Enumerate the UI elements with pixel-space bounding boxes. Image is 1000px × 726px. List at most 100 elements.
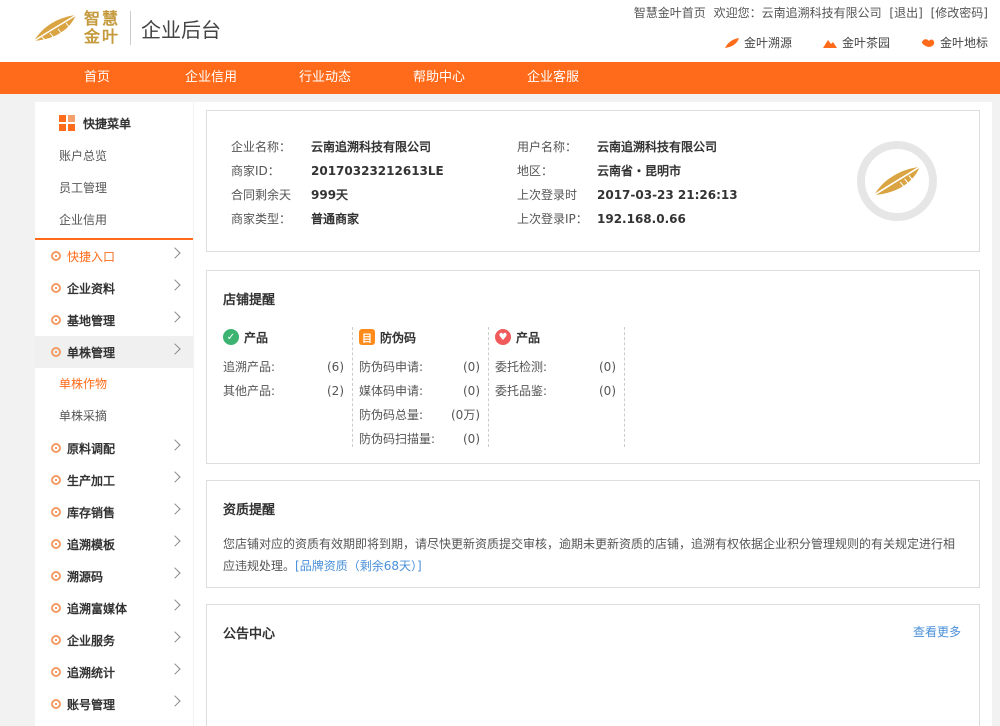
reminder-line[interactable]: 追溯产品: (6) bbox=[223, 355, 352, 379]
sidebar-item-label: 企业服务 bbox=[67, 633, 116, 648]
chevron-right-icon bbox=[169, 471, 181, 483]
column-header: 目 防伪码 bbox=[359, 327, 488, 347]
quick-link-account-overview[interactable]: 账户总览 bbox=[35, 140, 193, 172]
view-more-link[interactable]: 查看更多 bbox=[913, 623, 961, 640]
reminder-line[interactable]: 其他产品: (2) bbox=[223, 379, 352, 403]
sidebar-item-label: 单株管理 bbox=[67, 345, 116, 360]
reminder-count: (0) bbox=[599, 360, 616, 374]
sidebar-item-label: 生产加工 bbox=[67, 473, 116, 488]
golden-leaf-avatar-icon bbox=[873, 166, 921, 196]
reminder-column-inspection: ♥ 产品 委托检测: (0) 委托品鉴: (0) bbox=[495, 327, 625, 447]
account-info-table: 企业名称： 云南追溯科技有限公司 用户名称： 云南追溯科技有限公司 商家ID： … bbox=[231, 135, 738, 231]
info-row: 企业名称： 云南追溯科技有限公司 用户名称： 云南追溯科技有限公司 bbox=[231, 135, 738, 159]
sidebar-item[interactable]: 企业资料 bbox=[35, 272, 193, 304]
nav-credit[interactable]: 企业信用 bbox=[154, 62, 268, 94]
logout-link[interactable]: [退出] bbox=[889, 6, 922, 20]
info-key: 用户名称： bbox=[517, 140, 578, 154]
sidebar: 快捷菜单 账户总览 员工管理 企业信用 快捷入口 企业资料 基地管理单株管理单株作物… bbox=[35, 102, 193, 726]
portal-link-label: 金叶地标 bbox=[939, 36, 988, 50]
sidebar-item[interactable]: 单株管理 bbox=[35, 336, 193, 368]
chevron-right-icon bbox=[169, 439, 181, 451]
reminder-line[interactable]: 防伪码总量: (0万) bbox=[359, 403, 488, 427]
info-value: 云南追溯科技有限公司 bbox=[597, 140, 718, 154]
info-key: 商家类型： bbox=[231, 212, 292, 226]
reminder-line[interactable]: 防伪码扫描量: (0) bbox=[359, 427, 488, 451]
change-password-link[interactable]: [修改密码] bbox=[931, 6, 988, 20]
sidebar-item[interactable]: 库存销售 bbox=[35, 496, 193, 528]
info-key: 地区： bbox=[517, 164, 554, 178]
sidebar-item-label: 溯源码 bbox=[67, 569, 104, 584]
portal-link-landmark[interactable]: 金叶地标 bbox=[920, 34, 988, 51]
sidebar-item[interactable]: 追溯统计 bbox=[35, 656, 193, 688]
chevron-right-icon bbox=[169, 503, 181, 515]
sidebar-item[interactable]: 生产加工 bbox=[35, 464, 193, 496]
header: 智慧 金叶 企业后台 智慧金叶首页 欢迎您：云南追溯科技有限公司 [退出] [修… bbox=[0, 0, 1000, 62]
sidebar-item[interactable]: 账号管理 bbox=[35, 688, 193, 720]
reminder-line[interactable]: 媒体码申请: (0) bbox=[359, 379, 488, 403]
bullet-icon bbox=[51, 635, 61, 645]
reminder-line[interactable]: 委托品鉴: (0) bbox=[495, 379, 624, 403]
bullet-icon bbox=[51, 603, 61, 613]
chevron-right-icon bbox=[169, 567, 181, 579]
reminder-count: (0万) bbox=[451, 408, 480, 422]
reminder-line[interactable]: 委托检测: (0) bbox=[495, 355, 624, 379]
sidebar-item[interactable]: 追溯富媒体 bbox=[35, 592, 193, 624]
sidebar-subitem[interactable]: 单株采摘 bbox=[35, 400, 193, 432]
chevron-right-icon bbox=[169, 631, 181, 643]
map-icon bbox=[921, 38, 935, 47]
sidebar-item[interactable]: 溯源码 bbox=[35, 560, 193, 592]
column-title: 产品 bbox=[244, 330, 269, 345]
qualification-text: 您店铺对应的资质有效期即将到期，请尽快更新资质提交审核，逾期未更新资质的店铺，追… bbox=[223, 533, 963, 577]
chevron-right-icon bbox=[169, 663, 181, 675]
reminder-count: (0) bbox=[463, 384, 480, 398]
sidebar-item[interactable]: 快捷入口 bbox=[35, 240, 193, 272]
logo-text: 智慧 金叶 bbox=[84, 10, 120, 46]
bullet-icon bbox=[51, 315, 61, 325]
info-key: 合同剩余天 bbox=[231, 188, 292, 202]
nav-home[interactable]: 首页 bbox=[40, 62, 154, 94]
bullet-icon bbox=[51, 667, 61, 677]
quick-link-credit[interactable]: 企业信用 bbox=[35, 204, 193, 236]
sidebar-menu: 快捷入口 企业资料 基地管理单株管理单株作物单株采摘原料调配生产加工库存销售 追溯模板… bbox=[35, 240, 193, 720]
brand-qualification-link[interactable]: [品牌资质（剩余68天）] bbox=[295, 559, 422, 573]
home-link[interactable]: 智慧金叶首页 bbox=[634, 6, 706, 20]
reminder-label: 其他产品: bbox=[223, 384, 276, 398]
avatar bbox=[857, 141, 937, 221]
info-value: 999天 bbox=[311, 188, 349, 202]
quick-menu-title: 快捷菜单 bbox=[83, 116, 132, 131]
portal-link-trace[interactable]: 金叶溯源 bbox=[724, 34, 792, 51]
sidebar-item[interactable]: 企业服务 bbox=[35, 624, 193, 656]
nav-customer-service[interactable]: 企业客服 bbox=[496, 62, 610, 94]
sidebar-item-label: 追溯富媒体 bbox=[67, 601, 128, 616]
reminder-label: 防伪码申请: bbox=[359, 360, 424, 374]
info-row: 商家类型： 普通商家 上次登录IP： 192.168.0.66 bbox=[231, 207, 738, 231]
reminder-label: 媒体码申请: bbox=[359, 384, 424, 398]
bullet-icon bbox=[51, 347, 61, 357]
nav-industry-news[interactable]: 行业动态 bbox=[268, 62, 382, 94]
welcome-text: 欢迎您：云南追溯科技有限公司 bbox=[713, 6, 882, 20]
chevron-right-icon bbox=[169, 343, 181, 355]
portal-link-tea-garden[interactable]: 金叶茶园 bbox=[822, 34, 890, 51]
notice-center-title: 公告中心 bbox=[223, 627, 276, 642]
sidebar-item[interactable]: 基地管理 bbox=[35, 304, 193, 336]
sidebar-subitem[interactable]: 单株作物 bbox=[35, 368, 193, 400]
info-value: 2017-03-23 21:26:13 bbox=[597, 188, 738, 202]
sidebar-item-label: 追溯统计 bbox=[67, 665, 116, 680]
sidebar-subitem-label: 单株采摘 bbox=[59, 409, 108, 423]
sidebar-item[interactable]: 追溯模板 bbox=[35, 528, 193, 560]
info-row: 商家ID： 20170323212613LE 地区： 云南省・昆明市 bbox=[231, 159, 738, 183]
account-info-card: 企业名称： 云南追溯科技有限公司 用户名称： 云南追溯科技有限公司 商家ID： … bbox=[206, 110, 980, 252]
bullet-icon bbox=[51, 251, 61, 261]
bullet-icon bbox=[51, 699, 61, 709]
logo-line1: 智慧 bbox=[84, 9, 121, 28]
reminder-count: (6) bbox=[327, 360, 344, 374]
reminder-count: (0) bbox=[599, 384, 616, 398]
qualification-reminder-card: 资质提醒 您店铺对应的资质有效期即将到期，请尽快更新资质提交审核，逾期未更新资质… bbox=[206, 480, 980, 588]
sidebar-item[interactable]: 原料调配 bbox=[35, 432, 193, 464]
reminder-count: (0) bbox=[463, 432, 480, 446]
reminder-line[interactable]: 防伪码申请: (0) bbox=[359, 355, 488, 379]
nav-help[interactable]: 帮助中心 bbox=[382, 62, 496, 94]
quick-link-staff[interactable]: 员工管理 bbox=[35, 172, 193, 204]
qualification-title: 资质提醒 bbox=[223, 503, 276, 518]
logo[interactable]: 智慧 金叶 企业后台 bbox=[32, 10, 221, 46]
